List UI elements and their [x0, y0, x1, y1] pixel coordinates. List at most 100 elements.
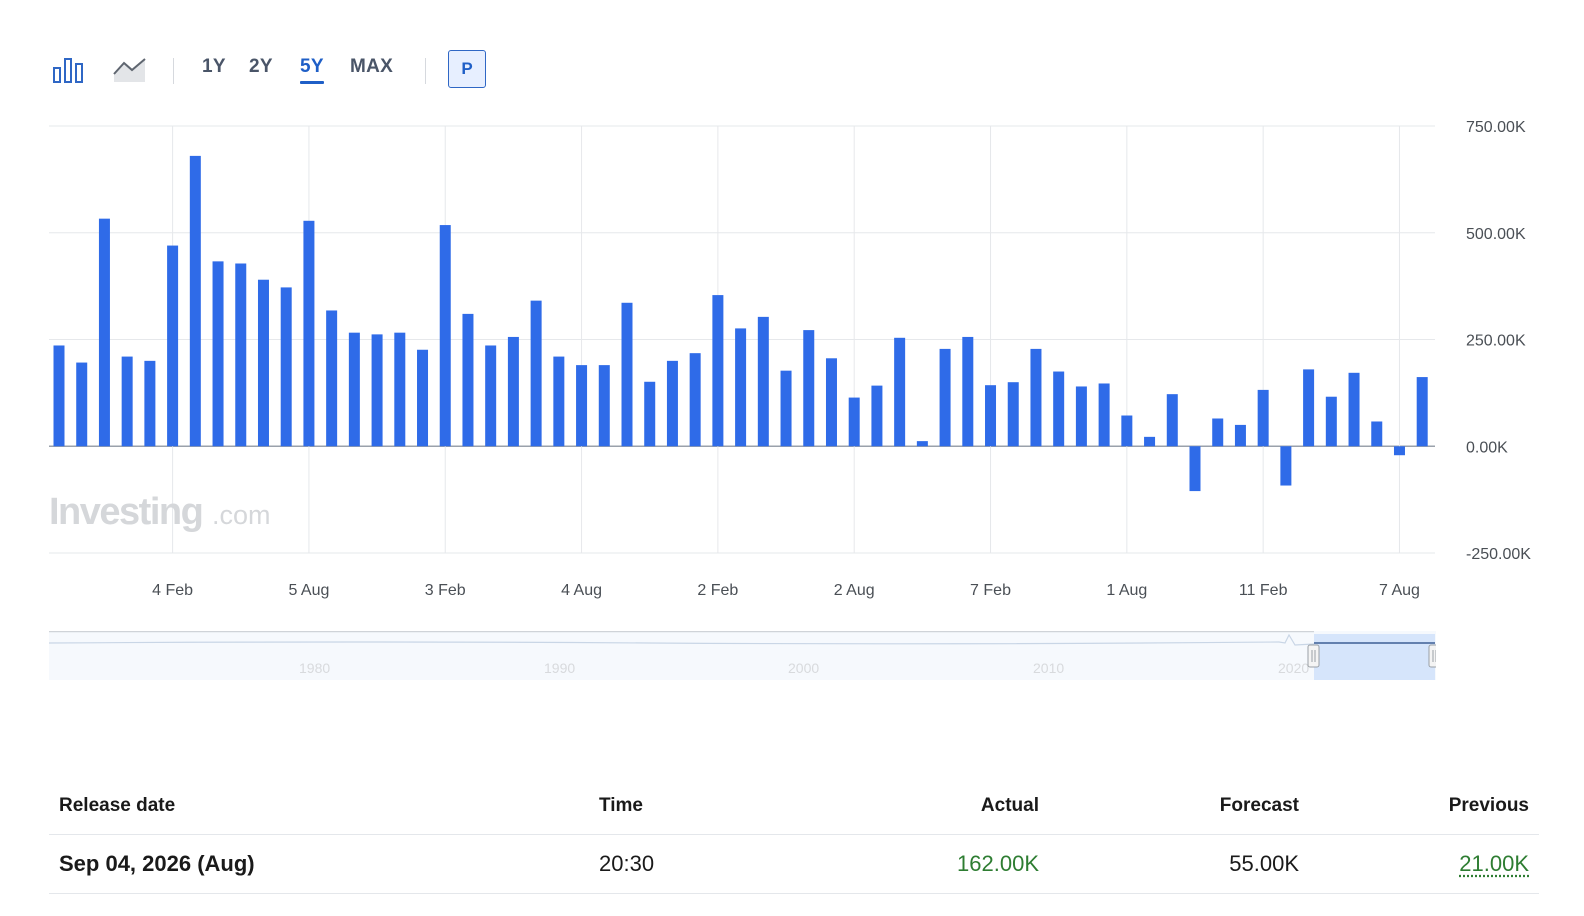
- table-header-row: Release date Time Actual Forecast Previo…: [49, 778, 1539, 835]
- navigator-year-label: 2010: [1033, 660, 1064, 676]
- navigator-selection[interactable]: [1314, 634, 1435, 680]
- release-date-cell: Sep 04, 2026 (Aug): [49, 834, 589, 894]
- range-5y-button[interactable]: 5Y: [300, 56, 324, 84]
- bar: [235, 263, 247, 447]
- bar: [348, 332, 360, 447]
- header-release-date: Release date: [49, 778, 589, 835]
- range-2y-button[interactable]: 2Y: [249, 56, 273, 78]
- range-navigator[interactable]: 1980 1990 2000 2010 2020: [48, 630, 1441, 680]
- bar: [576, 365, 588, 447]
- bar: [144, 360, 156, 447]
- bar: [757, 316, 769, 447]
- investing-watermark: Investing .com: [49, 491, 271, 533]
- range-1y-button[interactable]: 1Y: [202, 56, 226, 78]
- bar: [1325, 396, 1337, 447]
- bar: [280, 287, 292, 447]
- bar: [962, 336, 974, 447]
- bar: [76, 362, 88, 447]
- x-tick-label: 7 Feb: [970, 582, 1011, 599]
- header-previous: Previous: [1309, 778, 1539, 835]
- bar: [916, 441, 928, 447]
- bar: [439, 225, 451, 447]
- table-row: Sep 04, 2026 (Aug) 20:30 162.00K 55.00K …: [49, 834, 1539, 894]
- bar: [485, 345, 497, 447]
- bar: [394, 332, 406, 447]
- bar: [1144, 436, 1156, 447]
- bar: [303, 220, 315, 447]
- bar: [780, 370, 792, 447]
- p-button[interactable]: P: [448, 50, 486, 88]
- bar: [1075, 386, 1087, 447]
- area-chart-icon[interactable]: [112, 54, 148, 89]
- bar: [598, 365, 610, 447]
- forecast-cell: 55.00K: [1049, 834, 1309, 894]
- bar: [825, 358, 837, 447]
- toolbar-divider: [173, 58, 174, 84]
- bar: [417, 349, 429, 447]
- bar: [1098, 383, 1110, 447]
- x-tick-label: 1 Aug: [1106, 582, 1147, 599]
- x-tick-label: 2 Feb: [697, 582, 738, 599]
- x-tick-label: 4 Feb: [152, 582, 193, 599]
- x-tick-label: 5 Aug: [288, 582, 329, 599]
- bar: [803, 330, 815, 447]
- range-max-button[interactable]: MAX: [350, 56, 393, 78]
- time-cell: 20:30: [589, 834, 829, 894]
- bar: [894, 337, 906, 447]
- header-time: Time: [589, 778, 829, 835]
- chart-toolbar: 1Y 2Y 5Y MAX P: [52, 48, 512, 92]
- bar: [985, 385, 997, 447]
- x-tick-label: 4 Aug: [561, 582, 602, 599]
- x-tick-label: 3 Feb: [425, 582, 466, 599]
- bar: [1007, 382, 1019, 447]
- navigator-left-handle[interactable]: [1307, 644, 1320, 668]
- navigator-year-label: 2000: [788, 660, 819, 676]
- bar: [462, 313, 474, 447]
- header-forecast: Forecast: [1049, 778, 1309, 835]
- bar: [1416, 377, 1428, 447]
- bar: [1189, 446, 1201, 492]
- bar-chart-icon[interactable]: [52, 54, 86, 89]
- bar: [871, 385, 883, 447]
- navigator-year-label: 1990: [544, 660, 575, 676]
- bar: [848, 397, 860, 447]
- bar: [371, 334, 383, 447]
- bar: [53, 345, 65, 447]
- previous-link[interactable]: 21.00K: [1459, 851, 1529, 876]
- bar: [1393, 446, 1405, 456]
- navigator-year-label: 1980: [299, 660, 330, 676]
- bar: [1053, 371, 1065, 447]
- bar: [712, 295, 724, 447]
- bar: [666, 360, 678, 447]
- bar: [1257, 389, 1269, 447]
- bar-chart: Investing .com 750.00K 500.00K 250.00K 0.00…: [49, 119, 1531, 599]
- bar: [507, 336, 519, 447]
- bar: [1121, 415, 1133, 447]
- bar: [735, 328, 747, 447]
- y-tick-label: 250.00K: [1466, 333, 1526, 350]
- y-tick-label: 0.00K: [1466, 439, 1508, 456]
- bar: [1166, 394, 1178, 447]
- bar: [1212, 418, 1224, 447]
- navigator-right-handle[interactable]: [1428, 644, 1441, 668]
- bar: [1030, 348, 1042, 447]
- watermark-suffix: .com: [212, 500, 271, 530]
- bar: [621, 302, 633, 447]
- release-table: Release date Time Actual Forecast Previo…: [49, 778, 1539, 894]
- bar: [98, 218, 110, 447]
- bar: [939, 348, 951, 447]
- bar: [326, 310, 338, 447]
- header-actual: Actual: [829, 778, 1049, 835]
- x-tick-label: 11 Feb: [1239, 582, 1288, 599]
- x-tick-label: 2 Aug: [834, 582, 875, 599]
- bar: [1234, 424, 1246, 447]
- toolbar-divider: [425, 58, 426, 84]
- y-tick-label: 500.00K: [1466, 226, 1526, 243]
- bar: [212, 261, 224, 447]
- watermark-brand: Investing: [49, 491, 202, 533]
- bar: [257, 279, 269, 447]
- actual-cell: 162.00K: [829, 834, 1049, 894]
- navigator-year-label: 2020: [1278, 660, 1309, 676]
- y-tick-label: -250.00K: [1466, 546, 1531, 563]
- bar: [121, 356, 133, 447]
